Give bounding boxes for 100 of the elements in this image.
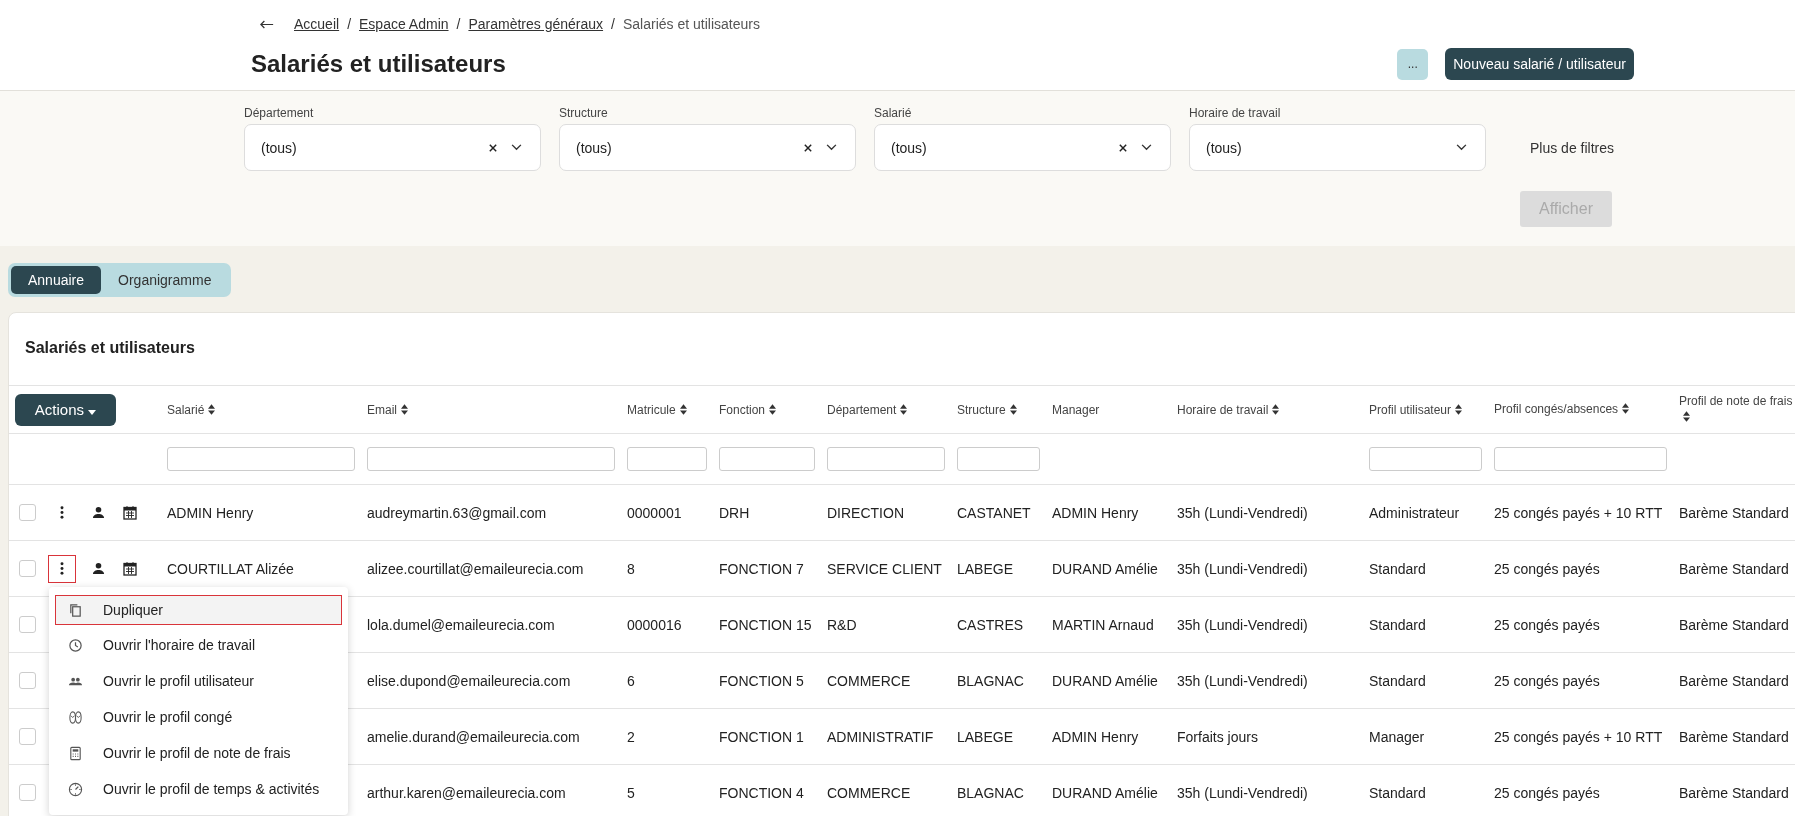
table-cell: Administrateur: [1369, 504, 1460, 521]
column-filter-input[interactable]: [1494, 447, 1667, 471]
sort-icon[interactable]: [1272, 403, 1280, 415]
chevron-down-icon[interactable]: [1456, 144, 1467, 151]
sort-icon[interactable]: [900, 403, 908, 415]
clear-icon[interactable]: [804, 143, 812, 152]
sort-icon[interactable]: [1455, 403, 1463, 415]
table-cell: Manager: [1369, 728, 1425, 745]
table-cell: audreymartin.63@gmail.com: [367, 504, 547, 521]
sort-icon[interactable]: [1622, 402, 1630, 414]
table-cell: DURAND Amélie: [1052, 560, 1158, 577]
row-checkbox[interactable]: [19, 504, 36, 521]
sandals-icon: [68, 709, 83, 725]
calendar-icon[interactable]: [123, 505, 137, 520]
sort-icon[interactable]: [1683, 410, 1690, 422]
column-header[interactable]: Département: [827, 402, 897, 417]
table-cell: 25 congés payés: [1494, 560, 1600, 577]
column-header[interactable]: Horaire de travail: [1177, 402, 1269, 417]
column-filter-input[interactable]: [627, 447, 707, 471]
calendar-icon[interactable]: [123, 561, 137, 576]
table-cell: COMMERCE: [827, 672, 911, 689]
row-checkbox[interactable]: [19, 672, 36, 689]
back-arrow-icon[interactable]: [260, 19, 274, 29]
column-header[interactable]: Email: [367, 402, 397, 417]
row-checkbox[interactable]: [19, 728, 36, 745]
menu-item[interactable]: Ouvrir le profil utilisateur: [55, 663, 342, 699]
table-cell: Barème Standard: [1679, 560, 1789, 577]
menu-item[interactable]: Dupliquer: [55, 595, 342, 625]
copy-icon: [68, 602, 83, 618]
menu-item[interactable]: Ouvrir le profil congé: [55, 699, 342, 735]
filter-select[interactable]: (tous): [1189, 124, 1486, 171]
view-tab[interactable]: Organigramme: [101, 266, 229, 294]
column-filter-input[interactable]: [827, 447, 945, 471]
filter-label: Salarié: [874, 106, 913, 120]
column-header[interactable]: Matricule: [627, 402, 676, 417]
table-cell: FONCTION 1: [719, 728, 804, 745]
column-header[interactable]: Profil de note de frais: [1679, 393, 1793, 408]
breadcrumb-link[interactable]: Paramètres généraux: [468, 16, 604, 32]
breadcrumb-link[interactable]: Accueil: [294, 16, 340, 32]
table-cell: 6: [627, 672, 635, 689]
chevron-down-icon[interactable]: [826, 144, 837, 151]
table-cell: 35h (Lundi-Vendredi): [1177, 616, 1308, 633]
filter-select[interactable]: (tous): [874, 124, 1171, 171]
table-cell: Standard: [1369, 616, 1426, 633]
breadcrumb-link[interactable]: Espace Admin: [359, 16, 449, 32]
filter-label: Département: [244, 106, 315, 120]
table-cell: 35h (Lundi-Vendredi): [1177, 784, 1308, 801]
more-filters-button[interactable]: Plus de filtres: [1524, 139, 1621, 157]
sort-icon[interactable]: [769, 403, 777, 415]
table-cell: SERVICE CLIENT: [827, 560, 942, 577]
table-cell: Barème Standard: [1679, 784, 1789, 801]
gauge-icon: [68, 781, 83, 797]
table-cell: lola.dumel@emaileurecia.com: [367, 616, 555, 633]
actions-button[interactable]: Actions: [15, 393, 116, 426]
filter-select[interactable]: (tous): [244, 124, 541, 171]
more-button[interactable]: ...: [1397, 48, 1429, 80]
filter-select[interactable]: (tous): [559, 124, 856, 171]
table-cell: LABEGE: [957, 728, 1014, 745]
table-cell: ADMIN Henry: [1052, 504, 1139, 521]
column-header[interactable]: Profil utilisateur: [1369, 402, 1452, 417]
table-cell: Barème Standard: [1679, 504, 1789, 521]
sort-icon[interactable]: [1009, 403, 1017, 415]
menu-item[interactable]: Ouvrir le profil de temps & activités: [55, 771, 342, 807]
calculator-icon: [68, 745, 83, 761]
table-cell: Barème Standard: [1679, 672, 1789, 689]
row-checkbox[interactable]: [19, 560, 36, 577]
table-cell: 25 congés payés: [1494, 672, 1600, 689]
person-icon[interactable]: [92, 506, 105, 519]
column-header[interactable]: Profil congés/absences: [1494, 401, 1619, 416]
sort-icon[interactable]: [208, 403, 216, 415]
clear-icon[interactable]: [1119, 143, 1127, 152]
column-filter-input[interactable]: [957, 447, 1040, 471]
view-tab[interactable]: Annuaire: [11, 266, 102, 294]
column-header[interactable]: Salarié: [167, 402, 205, 417]
menu-item[interactable]: Ouvrir le profil de note de frais: [55, 735, 342, 771]
row-checkbox[interactable]: [19, 616, 36, 633]
chevron-down-icon[interactable]: [511, 144, 522, 151]
table-cell: ADMINISTRATIF: [827, 728, 934, 745]
new-employee-button[interactable]: Nouveau salarié / utilisateur: [1445, 48, 1634, 80]
column-filter-input[interactable]: [367, 447, 615, 471]
sort-icon[interactable]: [401, 403, 408, 415]
column-header[interactable]: Structure: [957, 402, 1006, 417]
column-filter-input[interactable]: [719, 447, 815, 471]
clear-icon[interactable]: [489, 143, 497, 152]
table-cell: 25 congés payés: [1494, 616, 1600, 633]
sort-icon[interactable]: [679, 403, 687, 415]
column-filter-input[interactable]: [167, 447, 355, 471]
row-menu-button[interactable]: [48, 554, 76, 583]
chevron-down-icon[interactable]: [1141, 144, 1152, 151]
table-cell: DRH: [719, 504, 750, 521]
row-checkbox[interactable]: [19, 784, 36, 801]
kebab-icon: [60, 506, 64, 519]
table-cell: Standard: [1369, 672, 1426, 689]
column-header[interactable]: Fonction: [719, 402, 766, 417]
table-cell: FONCTION 4: [719, 784, 804, 801]
person-icon[interactable]: [92, 562, 105, 575]
menu-item[interactable]: Ouvrir l'horaire de travail: [55, 627, 342, 663]
table-cell: ADMIN Henry: [1052, 728, 1139, 745]
table-cell: BLAGNAC: [957, 784, 1024, 801]
column-filter-input[interactable]: [1369, 447, 1482, 471]
